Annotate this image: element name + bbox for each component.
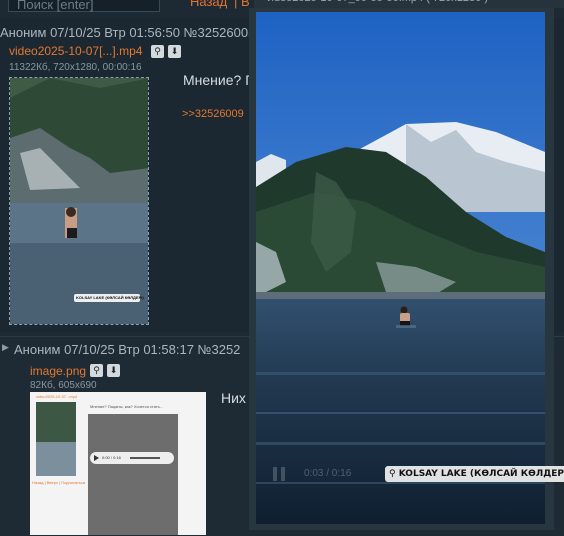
post-2-image-thumbnail[interactable]: video2025-10-07...mp4 Мнение? Пацаны, ка… bbox=[30, 392, 206, 535]
triangle-right-icon[interactable]: ▶ bbox=[2, 342, 9, 353]
mini-player-time: 0:00 / 0:16 bbox=[102, 455, 121, 460]
download-icon: ⬇ bbox=[109, 365, 118, 375]
post-1-video-thumbnail[interactable]: KOLSAY LAKE (КӨЛСАЙ КӨЛДЕРІ) bbox=[9, 77, 149, 325]
magnifier-icon: ⚲ bbox=[154, 46, 161, 56]
post-1-message: Мнение? П bbox=[183, 72, 256, 88]
magnifier-icon: ⚲ bbox=[93, 365, 100, 375]
pause-icon[interactable] bbox=[272, 466, 286, 482]
download-button[interactable]: ⬇ bbox=[107, 364, 120, 377]
search-image-button[interactable]: ⚲ bbox=[90, 364, 103, 377]
post-1-reply-link[interactable]: >>32526009 bbox=[182, 108, 244, 120]
location-label: ⚲ KOLSAY LAKE (КӨЛСАЙ КӨЛДЕРІ) bbox=[385, 466, 564, 482]
search-image-button[interactable]: ⚲ bbox=[151, 45, 164, 58]
post-2-filename-link[interactable]: image.png bbox=[30, 364, 86, 378]
screenshot-image bbox=[30, 392, 206, 535]
mini-footer: Назад | Вверх | Подписаться bbox=[32, 480, 86, 485]
post-1-file-info: 11322Кб, 720x1280, 00:00:16 bbox=[9, 62, 142, 73]
lake-video-frame bbox=[256, 12, 545, 524]
post-2-file-info: 82Кб, 605x690 bbox=[30, 380, 97, 391]
video-player[interactable] bbox=[256, 12, 545, 524]
download-button[interactable]: ⬇ bbox=[168, 45, 181, 58]
post-1-filename-link[interactable]: video2025-10-07[...].mp4 bbox=[9, 44, 142, 58]
post-2-header: Аноним 07/10/25 Втр 01:58:17 №3252 bbox=[14, 342, 241, 357]
overlay-title: video2025-10-07_00-55-56.mp4 ( 720x1280 … bbox=[254, 0, 564, 8]
download-icon: ⬇ bbox=[170, 46, 179, 56]
mini-filename: video2025-10-07...mp4 bbox=[36, 394, 78, 399]
lake-scene-image bbox=[10, 78, 148, 324]
mini-message: Мнение? Пацаны, как? Хочется стать... bbox=[90, 404, 164, 409]
map-pin-icon: ⚲ bbox=[389, 469, 396, 479]
post-2-message: Них bbox=[221, 390, 246, 406]
thumb-location-label: KOLSAY LAKE (КӨЛСАЙ КӨЛДЕРІ) bbox=[76, 295, 144, 300]
video-time: 0:03 / 0:16 bbox=[304, 468, 352, 479]
nav-back-link[interactable]: Назад bbox=[190, 0, 227, 9]
nav-separator: | bbox=[234, 0, 238, 9]
search-input[interactable]: Поиск [enter] bbox=[8, 0, 160, 12]
post-1-header: Аноним 07/10/25 Втр 01:56:50 №32526005 bbox=[0, 25, 256, 40]
location-label-text: KOLSAY LAKE (КӨЛСАЙ КӨЛДЕРІ) bbox=[398, 469, 564, 479]
